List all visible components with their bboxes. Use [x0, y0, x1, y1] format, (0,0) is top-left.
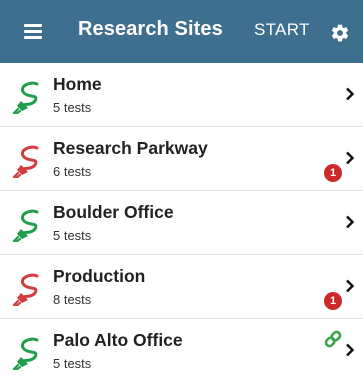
cable-plug-icon — [12, 145, 39, 178]
chevron-right-icon — [346, 279, 355, 293]
site-name: Home — [53, 74, 102, 94]
site-name: Boulder Office — [53, 202, 174, 222]
site-row[interactable]: Palo Alto Office 5 tests — [0, 319, 363, 383]
site-name: Research Parkway — [53, 138, 208, 158]
chevron-right-icon — [346, 343, 355, 357]
hamburger-menu-icon[interactable] — [24, 24, 42, 39]
site-list: Home 5 tests Research Parkway 6 tests 1 … — [0, 63, 363, 383]
cable-plug-icon — [12, 209, 39, 242]
site-name: Palo Alto Office — [53, 330, 183, 350]
site-name: Production — [53, 266, 146, 286]
site-row[interactable]: Boulder Office 5 tests — [0, 191, 363, 255]
test-count: 5 tests — [53, 100, 92, 115]
chevron-right-icon — [346, 87, 355, 101]
site-row[interactable]: Home 5 tests — [0, 63, 363, 127]
page-title: Research Sites — [78, 18, 223, 40]
cable-plug-icon — [12, 81, 39, 114]
failure-count-badge: 1 — [324, 164, 342, 182]
start-button[interactable]: START — [254, 20, 310, 40]
test-count: 5 tests — [53, 356, 92, 371]
site-row[interactable]: Production 8 tests 1 — [0, 255, 363, 319]
chevron-right-icon — [346, 151, 355, 165]
test-count: 6 tests — [53, 164, 92, 179]
test-count: 5 tests — [53, 228, 92, 243]
test-count: 8 tests — [53, 292, 92, 307]
cable-plug-icon — [12, 273, 39, 306]
app-bar: Research Sites START — [0, 0, 363, 63]
link-icon — [324, 330, 342, 348]
failure-count-badge: 1 — [324, 292, 342, 310]
gear-icon[interactable] — [330, 23, 350, 43]
chevron-right-icon — [346, 215, 355, 229]
cable-plug-icon — [12, 337, 39, 370]
site-row[interactable]: Research Parkway 6 tests 1 — [0, 127, 363, 191]
